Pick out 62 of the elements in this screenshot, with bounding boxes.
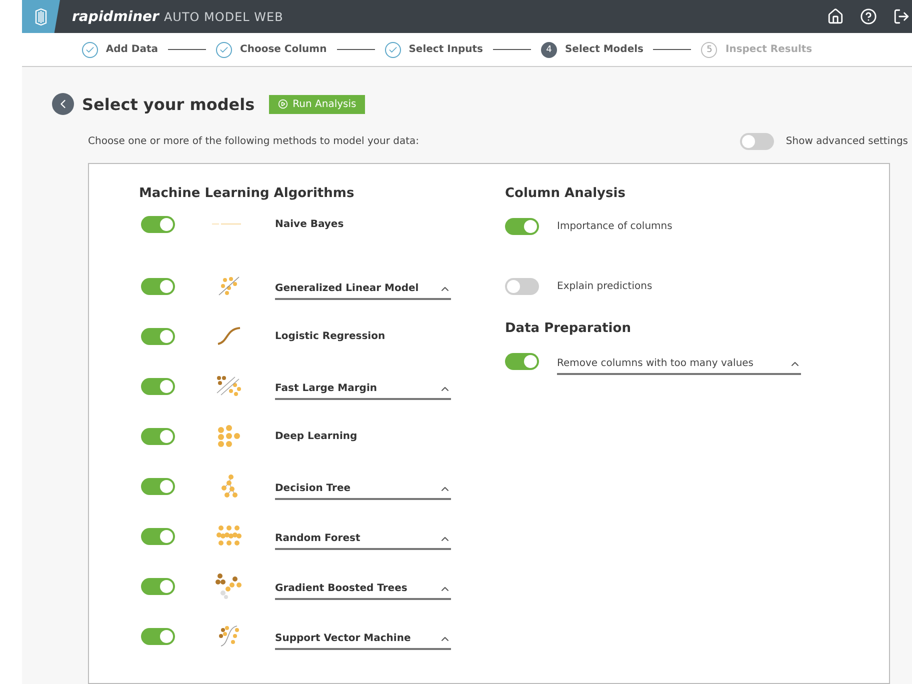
option-label: Gradient Boosted Trees [275, 583, 408, 594]
toggle-label: Show advanced settings [786, 136, 908, 147]
play-icon [278, 99, 288, 109]
page-title: Select your models [82, 94, 255, 114]
option-label: Support Vector Machine [275, 633, 411, 644]
check-icon [384, 42, 401, 58]
product-name: AUTO MODEL WEB [164, 10, 284, 24]
wizard-step[interactable]: Select Inputs [384, 42, 483, 58]
toggle-switch[interactable] [740, 133, 774, 150]
wizard-step[interactable]: Add Data [82, 42, 158, 58]
expandable-option[interactable]: Remove columns with too many values [557, 354, 801, 374]
check-icon [216, 42, 232, 58]
home-icon[interactable] [827, 8, 844, 25]
step-number: 5 [701, 42, 718, 58]
toggle-switch[interactable] [141, 378, 175, 394]
expandable-option[interactable]: Decision Tree [275, 478, 451, 500]
toggle-switch[interactable] [505, 278, 539, 294]
help-icon[interactable] [860, 8, 877, 25]
toggle-switch[interactable] [141, 528, 175, 544]
forest-icon [214, 525, 244, 547]
wizard-step[interactable]: Choose Column [216, 42, 327, 58]
tree-icon [219, 474, 239, 498]
brand-name: rapidminer [72, 8, 159, 24]
toggle-switch[interactable] [505, 352, 539, 370]
section-heading: Data Preparation [505, 321, 632, 336]
option-label: Fast Large Margin [275, 383, 378, 394]
curve-boundary-icon [217, 624, 241, 648]
s-curve-icon [216, 326, 242, 346]
toggle-switch[interactable] [505, 218, 539, 234]
wizard-step[interactable]: 4 Select Models [540, 42, 644, 58]
option-label: Deep Learning [275, 430, 358, 442]
toggle-switch[interactable] [141, 216, 175, 232]
network-icon [216, 425, 242, 447]
check-icon [82, 42, 98, 58]
option-label: Explain predictions [557, 280, 652, 292]
option-label: Logistic Regression [275, 330, 386, 342]
expandable-option[interactable]: Generalized Linear Model [275, 278, 451, 300]
option-label: Random Forest [275, 533, 360, 544]
option-label: Generalized Linear Model [275, 283, 419, 294]
expandable-option[interactable]: Fast Large Margin [275, 378, 451, 400]
option-label: Naive Bayes [275, 218, 344, 230]
toggle-switch[interactable] [141, 478, 175, 494]
expandable-option[interactable]: Random Forest [275, 528, 451, 550]
option-label: Importance of columns [557, 220, 672, 232]
toggle-switch[interactable] [141, 328, 175, 344]
toggle-switch[interactable] [141, 278, 175, 294]
expandable-option[interactable]: Support Vector Machine [275, 628, 451, 650]
expandable-option[interactable]: Gradient Boosted Trees [275, 578, 451, 600]
scatter-margin-icon [215, 375, 243, 397]
toggle-switch[interactable] [141, 428, 175, 444]
section-heading: Column Analysis [505, 186, 626, 201]
section-heading: Machine Learning Algorithms [139, 186, 356, 201]
scatter-line-icon [217, 275, 241, 297]
boosted-trees-icon [215, 573, 243, 599]
toggle-switch[interactable] [141, 628, 175, 644]
option-label: Remove columns with too many values [557, 358, 754, 369]
step-number: 4 [540, 42, 557, 58]
toggle-switch[interactable] [141, 578, 175, 594]
logout-icon[interactable] [893, 8, 910, 25]
option-label: Decision Tree [275, 483, 351, 494]
back-button[interactable] [52, 93, 74, 115]
instruction-text: Choose one or more of the following methods to model your data: [88, 136, 420, 147]
